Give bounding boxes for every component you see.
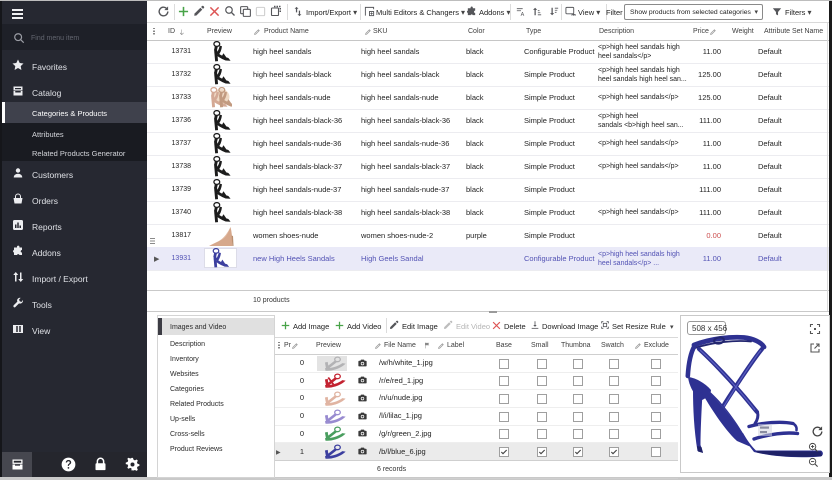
svg-text:A: A [521, 12, 525, 17]
